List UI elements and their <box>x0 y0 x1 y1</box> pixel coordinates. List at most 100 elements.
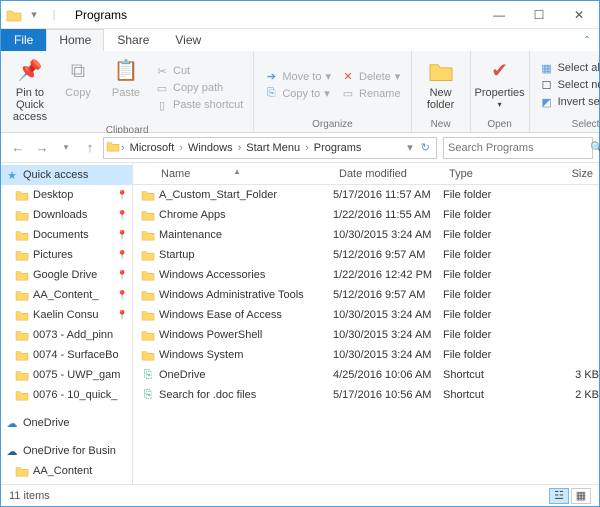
sidebar-item[interactable]: Pictures📍 <box>1 245 132 265</box>
sidebar-item[interactable]: Google Drive📍 <box>1 265 132 285</box>
sidebar-item[interactable]: AA_Content <box>1 461 132 481</box>
copy-icon: ⧉ <box>64 57 92 85</box>
file-row[interactable]: A_Custom_Start_Folder5/17/2016 11:57 AMF… <box>133 185 599 205</box>
paste-button[interactable]: 📋Paste <box>103 53 149 123</box>
forward-button[interactable]: → <box>31 137 53 159</box>
copy-path-button[interactable]: ▭Copy path <box>151 80 247 96</box>
file-row[interactable]: ⎘Search for .doc files5/17/2016 10:56 AM… <box>133 385 599 405</box>
breadcrumb-seg[interactable]: Programs <box>310 142 366 154</box>
tab-share[interactable]: Share <box>104 29 162 51</box>
sidebar-item[interactable]: Desktop📍 <box>1 185 132 205</box>
new-folder-button[interactable]: New folder <box>418 53 464 117</box>
select-all-icon: ▦ <box>540 61 554 75</box>
shortcut-icon: ⎘ <box>141 388 155 402</box>
invert-icon: ◩ <box>540 95 554 109</box>
file-row[interactable]: Windows System10/30/2015 3:24 AMFile fol… <box>133 345 599 365</box>
cut-button[interactable]: ✂Cut <box>151 63 247 79</box>
tab-home[interactable]: Home <box>46 29 104 51</box>
properties-button[interactable]: ✔Properties▾ <box>477 53 523 117</box>
recent-dropdown[interactable]: ▾ <box>55 137 77 159</box>
sidebar-item[interactable]: Downloads 📍 <box>1 205 132 225</box>
close-button[interactable]: ✕ <box>559 1 599 29</box>
delete-icon: ✕ <box>341 70 355 84</box>
sidebar-item[interactable]: 0073 - Add_pinn <box>1 325 132 345</box>
col-type[interactable]: Type <box>443 168 521 180</box>
tab-view[interactable]: View <box>162 29 214 51</box>
copy-to-button[interactable]: ⎘Copy to ▾ <box>260 86 335 102</box>
back-button[interactable]: ← <box>7 137 29 159</box>
qat-dropdown-icon[interactable]: ▾ <box>25 6 43 24</box>
copy-button[interactable]: ⧉Copy <box>55 53 101 123</box>
item-count: 11 items <box>9 490 50 502</box>
breadcrumb-seg[interactable]: Start Menu <box>242 142 304 154</box>
file-row[interactable]: Windows Administrative Tools5/12/2016 9:… <box>133 285 599 305</box>
file-row[interactable]: Maintenance10/30/2015 3:24 AMFile folder <box>133 225 599 245</box>
navigation-pane[interactable]: ★Quick access Desktop📍 Downloads 📍 Document… <box>1 163 133 484</box>
file-row[interactable]: Windows Ease of Access10/30/2015 3:24 AM… <box>133 305 599 325</box>
file-type: File folder <box>443 229 521 241</box>
breadcrumb-seg[interactable]: Windows <box>184 142 237 154</box>
sidebar-item-label: 0073 - Add_pinn <box>33 329 113 341</box>
invert-selection-button[interactable]: ◩Invert selection <box>536 94 600 110</box>
folder-icon <box>141 328 155 342</box>
details-view-icon[interactable]: ☳ <box>549 488 569 504</box>
select-none-button[interactable]: ☐Select none <box>536 77 600 93</box>
status-bar: 11 items ☳ ▦ <box>1 484 599 506</box>
copyto-icon: ⎘ <box>264 87 278 101</box>
sort-asc-icon: ▲ <box>233 167 241 176</box>
addr-dropdown-icon[interactable]: ▾ <box>403 141 417 154</box>
tab-file[interactable]: File <box>1 29 46 51</box>
large-icons-view-icon[interactable]: ▦ <box>571 488 591 504</box>
pin-icon: 📍 <box>117 310 128 321</box>
sidebar-item[interactable]: 0076 - 10_quick_ <box>1 385 132 405</box>
folder-icon <box>141 208 155 222</box>
paste-icon: 📋 <box>112 57 140 85</box>
breadcrumb-seg[interactable]: Microsoft <box>126 142 179 154</box>
shortcut-icon: ⎘ <box>141 368 155 382</box>
file-row[interactable]: Chrome Apps1/22/2016 11:55 AMFile folder <box>133 205 599 225</box>
folder-icon <box>141 228 155 242</box>
search-input[interactable] <box>448 142 590 154</box>
file-row[interactable]: Windows PowerShell10/30/2015 3:24 AMFile… <box>133 325 599 345</box>
file-row[interactable]: ⎘OneDrive4/25/2016 10:06 AMShortcut3 KB <box>133 365 599 385</box>
file-row[interactable]: Startup5/12/2016 9:57 AMFile folder <box>133 245 599 265</box>
maximize-button[interactable]: ☐ <box>519 1 559 29</box>
sidebar-item-label: Google Drive <box>33 269 97 281</box>
address-bar[interactable]: › Microsoft› Windows› Start Menu› Progra… <box>103 137 437 159</box>
onedrive-business-header[interactable]: ☁OneDrive for Busin <box>1 441 132 461</box>
col-size[interactable]: Size <box>521 168 599 180</box>
file-date: 5/12/2016 9:57 AM <box>333 289 443 301</box>
sidebar-item[interactable]: 0074 - SurfaceBo <box>1 345 132 365</box>
up-button[interactable]: ↑ <box>79 137 101 159</box>
file-list: Name ▲ Date modified Type Size A_Custom_… <box>133 163 599 484</box>
col-date[interactable]: Date modified <box>333 168 443 180</box>
sidebar-item-label: Downloads <box>33 209 87 221</box>
sidebar-item[interactable]: 0075 - UWP_gam <box>1 365 132 385</box>
pin-quick-access-button[interactable]: 📌Pin to Quick access <box>7 53 53 123</box>
ribbon: 📌Pin to Quick access ⧉Copy 📋Paste ✂Cut ▭… <box>1 51 599 133</box>
col-name[interactable]: Name ▲ <box>133 168 333 180</box>
sidebar-item[interactable]: Kaelin Consu📍 <box>1 305 132 325</box>
search-box[interactable]: 🔍 <box>443 137 593 159</box>
pin-icon: 📍 <box>117 250 128 261</box>
folder-icon <box>141 188 155 202</box>
folder-icon <box>15 228 29 242</box>
minimize-button[interactable]: — <box>479 1 519 29</box>
move-to-button[interactable]: ➔Move to ▾ <box>260 69 335 85</box>
pin-icon: 📍 <box>117 190 128 201</box>
file-row[interactable]: Windows Accessories1/22/2016 12:42 PMFil… <box>133 265 599 285</box>
pin-icon: 📍 <box>117 210 128 221</box>
rename-button[interactable]: ▭Rename <box>337 86 405 102</box>
window-title: Programs <box>67 8 479 22</box>
file-name: Chrome Apps <box>159 209 226 221</box>
onedrive-header[interactable]: ☁OneDrive <box>1 413 132 433</box>
sidebar-item[interactable]: Documents📍 <box>1 225 132 245</box>
ribbon-collapse-icon[interactable]: ˆ <box>575 31 599 51</box>
select-all-button[interactable]: ▦Select all <box>536 60 600 76</box>
sidebar-item[interactable]: AA_Content_📍 <box>1 285 132 305</box>
delete-button[interactable]: ✕Delete ▾ <box>337 69 405 85</box>
search-icon[interactable]: 🔍 <box>590 141 600 154</box>
paste-shortcut-button[interactable]: ▯Paste shortcut <box>151 97 247 113</box>
quick-access-header[interactable]: ★Quick access <box>1 165 132 185</box>
refresh-icon[interactable]: ↻ <box>417 141 434 154</box>
